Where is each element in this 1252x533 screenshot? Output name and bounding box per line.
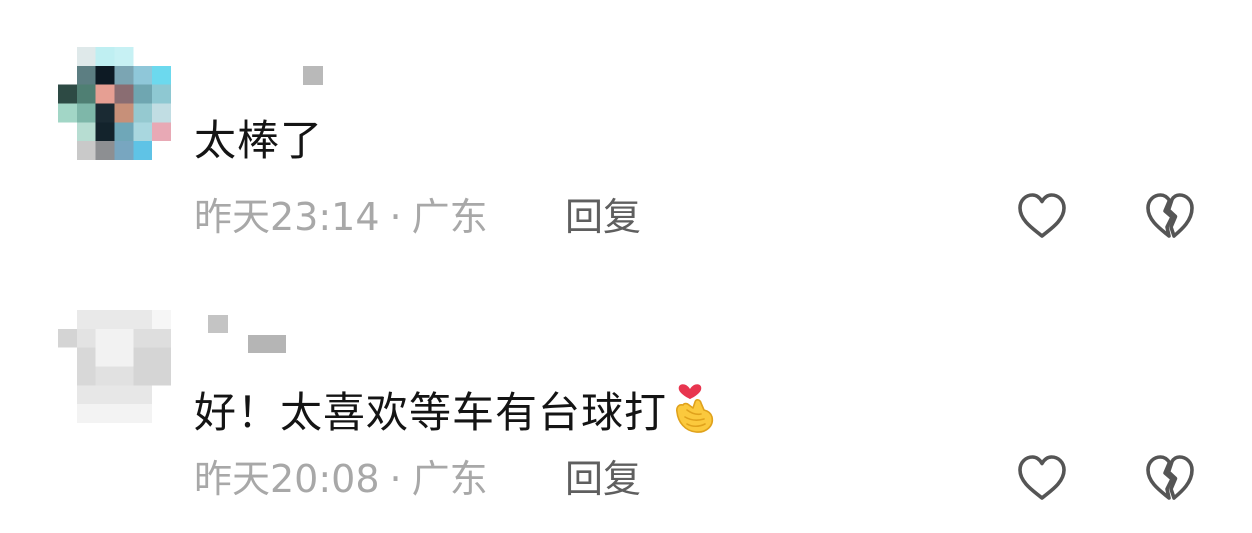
comment-meta: 昨天23:14 · 广东: [194, 195, 488, 239]
meta-separator: ·: [389, 195, 402, 239]
avatar[interactable]: [58, 47, 171, 160]
comment-text: 太棒了: [194, 116, 324, 165]
broken-heart-icon[interactable]: [1143, 453, 1197, 503]
comment-text-body: 好！太喜欢等车有台球打: [194, 388, 668, 437]
reply-button[interactable]: 回复: [565, 457, 641, 501]
username[interactable]: [208, 315, 288, 363]
comment-time: 昨天23:14: [194, 195, 380, 239]
finger-heart-emoji: [671, 377, 717, 446]
heart-outline-icon[interactable]: [1015, 191, 1069, 241]
heart-outline-icon[interactable]: [1015, 453, 1069, 503]
comment-item: 太棒了 昨天23:14 · 广东 回复: [0, 0, 1252, 270]
comment-item: 好！太喜欢等车有台球打 昨天20:08 · 广东 回复: [0, 270, 1252, 533]
comment-time: 昨天20:08: [194, 457, 380, 501]
comment-text: 好！太喜欢等车有台球打: [194, 377, 717, 446]
meta-separator: ·: [389, 457, 402, 501]
comment-location: 广东: [411, 195, 488, 239]
username[interactable]: [303, 66, 325, 92]
comment-location: 广东: [411, 457, 488, 501]
avatar[interactable]: [58, 310, 171, 423]
reply-button[interactable]: 回复: [565, 195, 641, 239]
broken-heart-icon[interactable]: [1143, 191, 1197, 241]
comment-meta: 昨天20:08 · 广东: [194, 457, 488, 501]
